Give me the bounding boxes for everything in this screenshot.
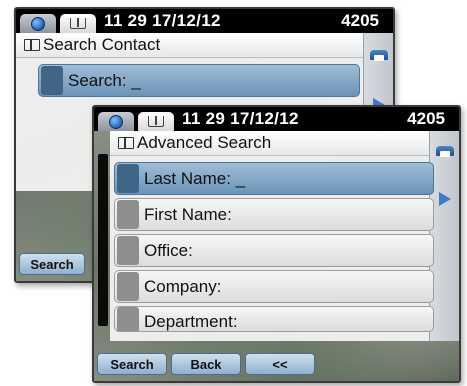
handset-icon — [436, 146, 454, 157]
field-first-name[interactable]: First Name: — [114, 198, 434, 231]
field-department[interactable]: Department: — [114, 306, 434, 332]
tab-globe[interactable] — [20, 14, 56, 33]
softkey-bar: Search Back << — [94, 341, 459, 381]
row-indicator — [117, 236, 139, 265]
status-time: 11 29 17/12/12 — [104, 11, 221, 30]
row-indicator — [117, 272, 139, 301]
directory-book-icon — [70, 18, 86, 29]
status-bar: 11 29 17/12/12 4205 — [16, 9, 393, 33]
screen-title: Advanced Search — [137, 133, 272, 152]
search-input-row[interactable]: Search: _ — [38, 64, 360, 97]
field-last-name[interactable]: Last Name: _ — [114, 162, 434, 195]
arrow-right-icon — [439, 192, 451, 206]
side-button-next[interactable] — [434, 191, 456, 207]
tab-directory[interactable] — [138, 112, 174, 131]
status-bar: 11 29 17/12/12 4205 — [94, 107, 459, 131]
field-office[interactable]: Office: — [114, 234, 434, 267]
search-label: Search: _ — [68, 70, 141, 90]
tab-directory[interactable] — [60, 14, 96, 33]
row-indicator — [117, 307, 139, 331]
row-indicator — [117, 164, 139, 193]
softkey-back[interactable]: Back — [171, 353, 241, 375]
softkey-previous[interactable]: << — [245, 353, 315, 375]
field-label: Office: — [144, 240, 193, 260]
status-time: 11 29 17/12/12 — [182, 109, 299, 128]
softkey-search[interactable]: Search — [97, 353, 167, 375]
softkey-search[interactable]: Search — [19, 253, 85, 275]
status-extension: 4205 — [407, 109, 445, 128]
screen-title: Search Contact — [43, 35, 161, 54]
phone-screen-advanced-search: 11 29 17/12/12 4205 Advanced Search Last… — [92, 105, 461, 383]
side-button-handset[interactable] — [434, 143, 456, 159]
row-indicator — [41, 66, 63, 95]
directory-book-icon — [24, 39, 40, 51]
tab-globe[interactable] — [98, 112, 134, 131]
field-label: Department: — [144, 312, 238, 331]
status-extension: 4205 — [341, 11, 379, 30]
field-label: Last Name: _ — [144, 168, 246, 188]
field-label: Company: — [144, 276, 222, 296]
directory-book-icon — [148, 116, 164, 127]
handset-icon — [370, 50, 388, 61]
globe-icon — [109, 114, 123, 129]
side-button-handset[interactable] — [368, 47, 390, 63]
screen-title-bar: Search Contact — [16, 33, 363, 58]
globe-icon — [31, 16, 45, 31]
field-label: First Name: — [144, 204, 232, 224]
directory-book-icon — [118, 137, 134, 149]
field-company[interactable]: Company: — [114, 270, 434, 303]
row-indicator — [117, 200, 139, 229]
screen-title-bar: Advanced Search — [110, 131, 429, 156]
scrollbar[interactable] — [98, 154, 110, 367]
